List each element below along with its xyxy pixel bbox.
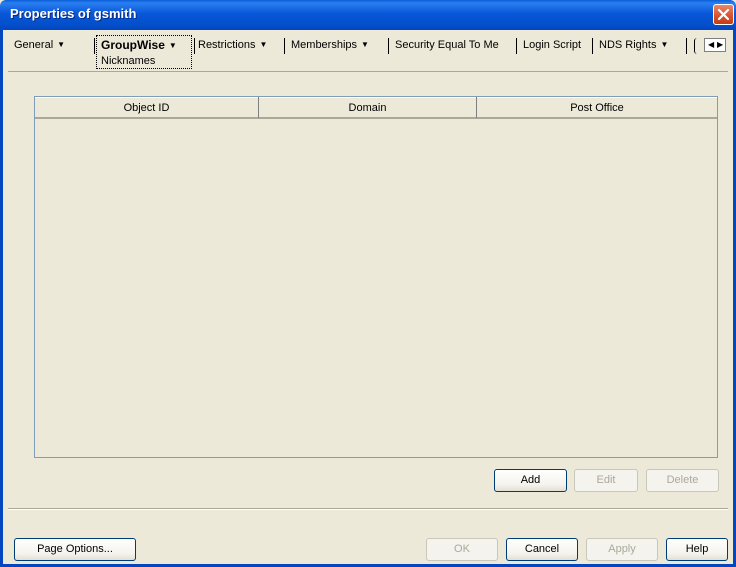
tab-nds-rights[interactable]: NDS Rights ▼: [593, 37, 668, 53]
tab-label: Login Script: [523, 39, 582, 51]
page-options-button[interactable]: Page Options...: [14, 538, 136, 561]
add-button[interactable]: Add: [494, 469, 567, 492]
title-bar[interactable]: Properties of gsmith: [0, 0, 736, 30]
close-icon: [717, 8, 730, 21]
tab-label: Security Equal To Me: [395, 39, 499, 51]
edit-button[interactable]: Edit: [574, 469, 638, 492]
tab-label: GroupWise: [101, 38, 165, 52]
cancel-button[interactable]: Cancel: [506, 538, 578, 561]
tab-login-script[interactable]: Login Script: [517, 37, 581, 53]
window-title: Properties of gsmith: [10, 6, 137, 21]
delete-button[interactable]: Delete: [646, 469, 719, 492]
tab-strip: General ▼ GroupWise ▼ Nicknames Restrictio…: [8, 34, 728, 70]
tab-divider: [94, 38, 95, 54]
help-button[interactable]: Help: [666, 538, 728, 561]
tab-panel-border: [8, 71, 728, 72]
tab-restrictions[interactable]: Restrictions ▼: [192, 37, 267, 53]
scroll-left-icon[interactable]: ◀: [708, 40, 714, 49]
tab-memberships[interactable]: Memberships ▼: [285, 37, 369, 53]
tab-label: General: [14, 39, 54, 51]
ok-button[interactable]: OK: [426, 538, 498, 561]
close-button[interactable]: [713, 4, 734, 25]
tab-divider: [686, 38, 687, 54]
tab-groupwise[interactable]: GroupWise ▼ Nicknames: [96, 35, 192, 69]
chevron-down-icon[interactable]: ▼: [259, 37, 267, 53]
footer-separator: [8, 508, 728, 510]
tab-subpage-nicknames[interactable]: Nicknames: [101, 55, 155, 67]
tab-security-equal-to-me[interactable]: Security Equal To Me: [389, 37, 499, 53]
column-header-domain[interactable]: Domain: [259, 97, 477, 119]
tab-label: Restrictions: [198, 39, 256, 51]
table-header: Object ID Domain Post Office: [35, 97, 717, 119]
tab-general[interactable]: General ▼: [8, 37, 65, 53]
column-header-post-office[interactable]: Post Office: [477, 97, 717, 119]
nicknames-table[interactable]: Object ID Domain Post Office: [34, 96, 718, 458]
tab-scroll-buttons[interactable]: ◀ ▶: [704, 38, 726, 52]
table-body[interactable]: [35, 119, 717, 457]
scroll-right-icon[interactable]: ▶: [717, 40, 723, 49]
tab-overflow-edge: [694, 38, 697, 54]
properties-dialog: Properties of gsmith General ▼ GroupWise ▼…: [0, 0, 736, 567]
tab-label: Memberships: [291, 39, 358, 51]
tab-label: NDS Rights: [599, 39, 657, 51]
chevron-down-icon[interactable]: ▼: [57, 37, 65, 53]
chevron-down-icon[interactable]: ▼: [361, 37, 369, 53]
chevron-down-icon[interactable]: ▼: [660, 37, 668, 53]
column-header-object-id[interactable]: Object ID: [35, 97, 259, 119]
apply-button[interactable]: Apply: [586, 538, 658, 561]
chevron-down-icon[interactable]: ▼: [169, 41, 177, 50]
